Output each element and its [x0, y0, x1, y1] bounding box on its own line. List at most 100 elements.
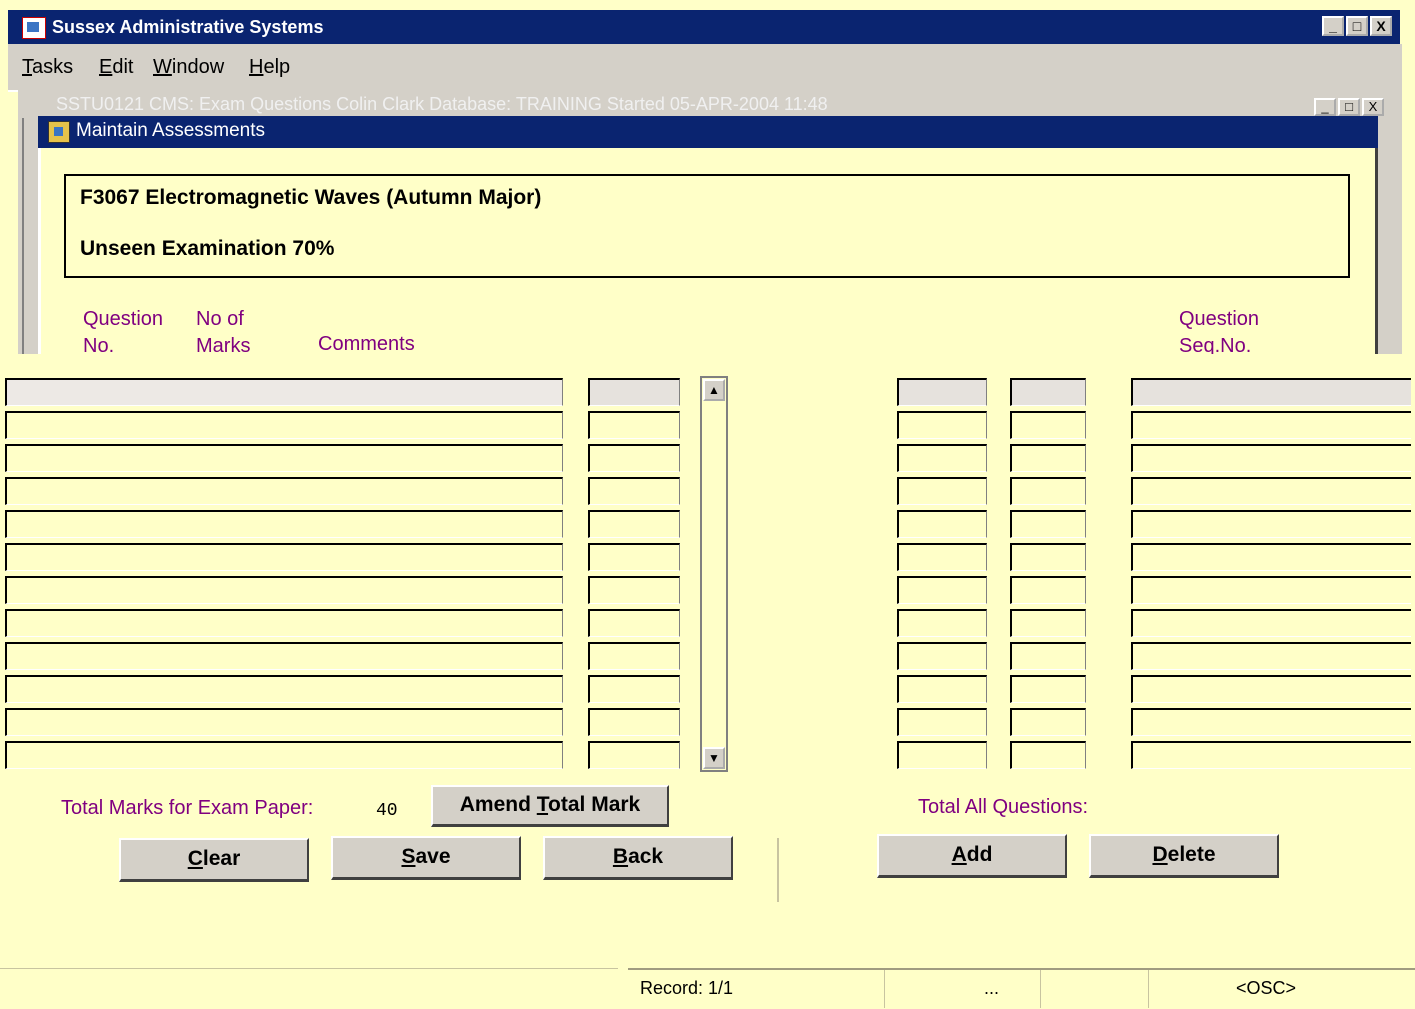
status-message-area: [0, 968, 618, 1007]
question-no-field[interactable]: [897, 444, 987, 472]
comments-field[interactable]: [5, 675, 563, 703]
close-button[interactable]: X: [1370, 16, 1392, 36]
menu-tasks[interactable]: Tasks: [22, 56, 73, 79]
no-of-marks-field[interactable]: [1010, 741, 1086, 769]
app-title-bar: Sussex Administrative Systems _ □ X: [8, 10, 1400, 44]
comments-field[interactable]: [5, 642, 563, 670]
marks-field[interactable]: [588, 510, 680, 538]
background-maximize-button[interactable]: □: [1338, 98, 1360, 116]
question-no-field[interactable]: [897, 708, 987, 736]
question-seq-field[interactable]: [1131, 675, 1411, 703]
status-divider: [884, 970, 885, 1008]
background-minimize-button[interactable]: _: [1314, 98, 1336, 116]
comments-field[interactable]: [5, 708, 563, 736]
question-no-field[interactable]: [897, 741, 987, 769]
question-seq-field[interactable]: [1131, 576, 1411, 604]
comments-field[interactable]: [5, 411, 563, 439]
question-no-field[interactable]: [897, 510, 987, 538]
marks-field[interactable]: [588, 675, 680, 703]
marks-field[interactable]: [588, 543, 680, 571]
question-seq-field[interactable]: [1131, 510, 1411, 538]
comments-field[interactable]: [5, 576, 563, 604]
column-header-comments: Comments: [318, 333, 415, 354]
menu-window[interactable]: Window: [153, 56, 224, 79]
status-divider: [1148, 970, 1149, 1008]
question-seq-field[interactable]: [1131, 477, 1411, 505]
dialog-icon: [48, 121, 70, 143]
add-button[interactable]: Add: [877, 834, 1067, 878]
scroll-down-icon[interactable]: ▼: [703, 747, 725, 769]
question-no-field[interactable]: [897, 543, 987, 571]
no-of-marks-field[interactable]: [1010, 576, 1086, 604]
no-of-marks-field[interactable]: [1010, 444, 1086, 472]
marks-field[interactable]: [588, 576, 680, 604]
comments-field[interactable]: [5, 378, 563, 406]
status-divider: [1040, 970, 1041, 1008]
background-close-button[interactable]: X: [1362, 98, 1384, 116]
comments-field[interactable]: [5, 543, 563, 571]
question-seq-field[interactable]: [1131, 741, 1411, 769]
no-of-marks-field[interactable]: [1010, 411, 1086, 439]
dialog-title-bar: Maintain Assessments: [38, 116, 1378, 148]
question-no-field[interactable]: [897, 675, 987, 703]
assessment-title: Unseen Examination 70%: [80, 237, 335, 260]
marks-field[interactable]: [588, 642, 680, 670]
status-ellipsis: ...: [984, 978, 1000, 998]
scroll-up-icon[interactable]: ▲: [703, 379, 725, 401]
total-marks-label: Total Marks for Exam Paper:: [61, 797, 314, 819]
no-of-marks-field[interactable]: [1010, 378, 1086, 406]
marks-field[interactable]: [588, 378, 680, 406]
marks-field[interactable]: [588, 741, 680, 769]
status-bar: Record: 1/1 ... <OSC>: [628, 968, 1415, 1008]
question-seq-field[interactable]: [1131, 444, 1411, 472]
grid-scrollbar[interactable]: ▲ ▼: [700, 376, 728, 772]
question-no-field[interactable]: [897, 411, 987, 439]
no-of-marks-field[interactable]: [1010, 708, 1086, 736]
comments-field[interactable]: [5, 609, 563, 637]
comments-field[interactable]: [5, 510, 563, 538]
question-seq-field[interactable]: [1131, 543, 1411, 571]
no-of-marks-field[interactable]: [1010, 675, 1086, 703]
question-no-field[interactable]: [897, 378, 987, 406]
marks-field[interactable]: [588, 444, 680, 472]
background-window-title: SSTU0121 CMS: Exam Questions Colin Clark…: [56, 96, 828, 114]
question-no-field[interactable]: [897, 609, 987, 637]
comments-field[interactable]: [5, 477, 563, 505]
question-seq-field[interactable]: [1131, 609, 1411, 637]
comments-field[interactable]: [5, 741, 563, 769]
question-seq-field[interactable]: [1131, 411, 1411, 439]
dialog-title: Maintain Assessments: [76, 120, 266, 141]
clear-button[interactable]: Clear: [119, 838, 309, 882]
no-of-marks-field[interactable]: [1010, 609, 1086, 637]
amend-total-mark-button[interactable]: Amend Total Mark: [431, 785, 669, 827]
no-of-marks-field[interactable]: [1010, 477, 1086, 505]
mode-indicator: <OSC>: [1236, 978, 1297, 998]
marks-field[interactable]: [588, 609, 680, 637]
column-header-no-of-marks: No of Marks: [196, 308, 251, 354]
delete-button[interactable]: Delete: [1089, 834, 1279, 878]
question-no-field[interactable]: [897, 576, 987, 604]
no-of-marks-field[interactable]: [1010, 642, 1086, 670]
app-logo-icon: [22, 17, 46, 39]
record-indicator: Record: 1/1: [640, 978, 734, 998]
minimize-button[interactable]: _: [1322, 16, 1344, 36]
question-seq-field[interactable]: [1131, 378, 1411, 406]
marks-field[interactable]: [588, 708, 680, 736]
question-no-field[interactable]: [897, 477, 987, 505]
button-separator: [777, 838, 779, 902]
back-button[interactable]: Back: [543, 836, 733, 880]
save-button[interactable]: Save: [331, 836, 521, 880]
app-title: Sussex Administrative Systems: [52, 17, 324, 37]
question-seq-field[interactable]: [1131, 642, 1411, 670]
no-of-marks-field[interactable]: [1010, 543, 1086, 571]
no-of-marks-field[interactable]: [1010, 510, 1086, 538]
question-no-field[interactable]: [897, 642, 987, 670]
question-seq-field[interactable]: [1131, 708, 1411, 736]
menu-edit[interactable]: Edit: [99, 56, 133, 79]
background-window-title-bar[interactable]: SSTU0121 CMS: Exam Questions Colin Clark…: [20, 96, 1390, 118]
comments-field[interactable]: [5, 444, 563, 472]
menu-help[interactable]: Help: [249, 56, 290, 79]
marks-field[interactable]: [588, 411, 680, 439]
maximize-button[interactable]: □: [1346, 16, 1368, 36]
marks-field[interactable]: [588, 477, 680, 505]
